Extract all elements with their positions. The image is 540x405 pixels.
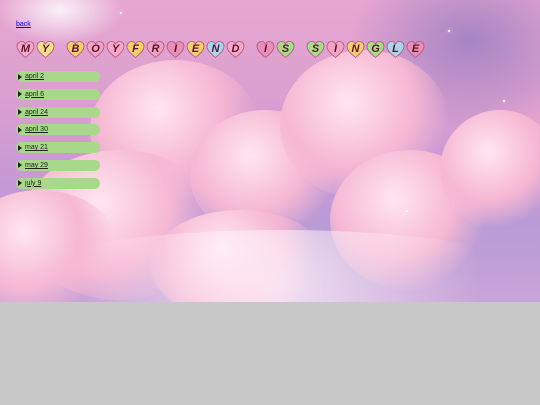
triangle-right-icon: [18, 162, 22, 169]
heart-letter: S: [311, 42, 320, 55]
heart-letter: D: [231, 42, 240, 55]
triangle-right-icon: [18, 73, 22, 80]
heart-letter: Y: [41, 42, 50, 55]
triangle-right-icon: [18, 180, 22, 187]
nav-link[interactable]: april 6: [25, 91, 44, 98]
nav-link[interactable]: july 9: [25, 180, 41, 187]
nav-link[interactable]: april 24: [25, 109, 48, 116]
candy-heart-letter: Y: [106, 40, 125, 59]
candy-heart-letter: S: [306, 40, 325, 59]
candy-heart-letter: B: [66, 40, 85, 59]
nav-link[interactable]: april 2: [25, 73, 44, 80]
heart-letter: R: [151, 42, 160, 55]
nav-item[interactable]: may 29: [16, 159, 100, 171]
triangle-right-icon: [18, 126, 22, 133]
candy-heart-letter: N: [346, 40, 365, 59]
heart-letter: O: [91, 42, 100, 55]
candy-heart-letter: N: [206, 40, 225, 59]
heart-letter: Y: [111, 42, 120, 55]
nav-item[interactable]: april 6: [16, 88, 100, 100]
candy-heart-letter: F: [126, 40, 145, 59]
candy-heart-letter: E: [406, 40, 425, 59]
back-link[interactable]: back: [16, 21, 31, 28]
nav-item[interactable]: april 24: [16, 106, 100, 118]
nav-item[interactable]: april 2: [16, 71, 100, 82]
page: back MYBOYFRIENDISSINGLE april 2 april 6a…: [0, 0, 540, 405]
star: [120, 12, 122, 14]
candy-heart-letter: I: [256, 40, 275, 59]
triangle-right-icon: [18, 144, 22, 151]
heart-letter: N: [351, 42, 360, 55]
heart-letter: B: [71, 42, 80, 55]
heart-letter: E: [191, 42, 200, 55]
date-nav-list: april 2 april 6 april 24 april 30 may 21 may …: [16, 71, 100, 196]
candy-heart-letter: G: [366, 40, 385, 59]
candy-heart-letter: I: [166, 40, 185, 59]
nav-link[interactable]: april 30: [25, 126, 48, 133]
heart-letter: N: [211, 42, 220, 55]
candy-heart-letter: R: [146, 40, 165, 59]
nav-link[interactable]: may 29: [25, 162, 48, 169]
heart-letter: M: [20, 42, 31, 55]
nav-item[interactable]: may 21: [16, 142, 100, 154]
nav-item[interactable]: april 30: [16, 124, 100, 136]
candy-heart-letter: D: [226, 40, 245, 59]
heart-letter: I: [333, 42, 338, 55]
candy-heart-letter: E: [186, 40, 205, 59]
triangle-right-icon: [18, 91, 22, 98]
heart-letter: G: [371, 42, 380, 55]
candy-heart-letter: L: [386, 40, 405, 59]
heart-letter: E: [411, 42, 420, 55]
star: [503, 100, 505, 102]
candy-heart-letter: M: [16, 40, 35, 59]
star: [406, 210, 408, 212]
nav-item[interactable]: july 9: [16, 177, 100, 189]
triangle-right-icon: [18, 109, 22, 116]
heart-letter: I: [263, 42, 268, 55]
star: [448, 30, 450, 32]
candy-heart-letter: O: [86, 40, 105, 59]
candy-heart-letter: Y: [36, 40, 55, 59]
heart-letter: L: [392, 42, 399, 55]
candy-heart-letter: I: [326, 40, 345, 59]
heart-letter: S: [281, 42, 290, 55]
page-title-hearts: MYBOYFRIENDISSINGLE: [16, 38, 426, 60]
heart-letter: F: [132, 42, 139, 55]
candy-heart-letter: S: [276, 40, 295, 59]
heart-letter: I: [173, 42, 178, 55]
nav-link[interactable]: may 21: [25, 144, 48, 151]
